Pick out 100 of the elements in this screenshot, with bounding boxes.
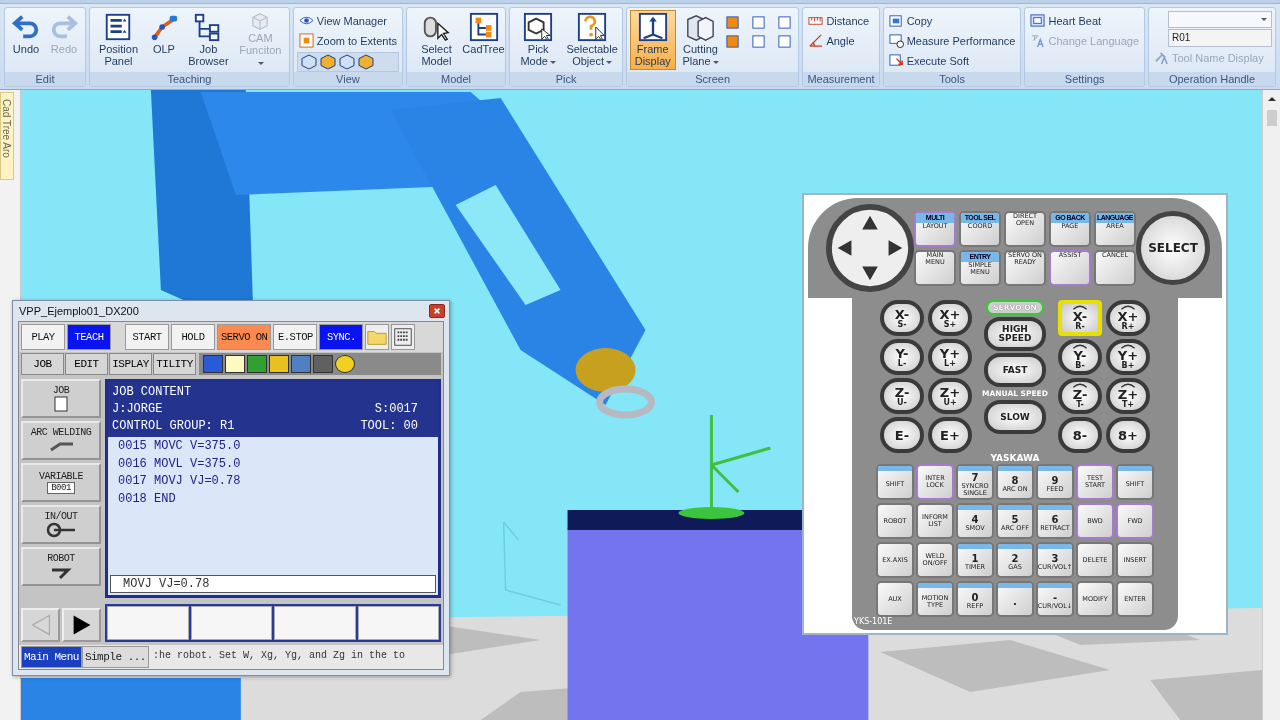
menu-tab[interactable]: ISPLAY	[109, 353, 152, 375]
ribbon-button[interactable]: View Manager	[296, 11, 399, 30]
screen-option-icon[interactable]	[751, 15, 767, 30]
cube-icon[interactable]	[338, 54, 355, 70]
message-line: :he robot. Set W, Xg, Yg, and Zg in the to	[151, 649, 406, 663]
job-line[interactable]: 0018 END	[118, 490, 428, 508]
job-line[interactable]: 0016 MOVL V=375.0	[118, 455, 428, 473]
cube-icon[interactable]	[300, 54, 317, 70]
language-icon	[1030, 33, 1046, 48]
ribbon-button[interactable]: Pick Mode	[513, 10, 564, 70]
folder-icon[interactable]	[365, 324, 390, 350]
menu-tab[interactable]: EDIT	[65, 353, 108, 375]
tool-number: TOOL: 00	[360, 418, 418, 435]
speed-key[interactable]: SLOW	[984, 400, 1046, 434]
ribbon-button[interactable]: Angle	[806, 31, 872, 50]
window-title: VPP_Ejemplo01_DX200	[19, 305, 139, 317]
speed-key[interactable]: HIGH SPEED	[984, 317, 1046, 351]
menu-button[interactable]: VARIABLE B001	[21, 463, 101, 502]
jog-key[interactable]: X- S-	[880, 300, 924, 336]
jog-key[interactable]: Z- U-	[880, 378, 924, 414]
mode-button[interactable]: SERVO ON	[217, 324, 272, 350]
jog-key[interactable]: Z- T-	[1058, 378, 1102, 414]
ribbon-button[interactable]: Frame Display	[629, 10, 676, 70]
soft-key[interactable]	[107, 606, 189, 640]
model-label: YKS-101E	[853, 617, 893, 626]
menu-tab[interactable]: Simple ...	[81, 646, 149, 668]
select-button[interactable]: SELECT	[1136, 211, 1210, 285]
cube-cursor-icon	[523, 12, 554, 42]
cube-icon[interactable]	[319, 54, 336, 70]
scroll-thumb[interactable]	[1266, 110, 1277, 126]
close-button[interactable]	[429, 304, 445, 318]
menu-tab[interactable]: TILITY	[153, 353, 196, 375]
menu-button[interactable]: ARC WELDING	[21, 421, 101, 460]
keyboard-icon[interactable]	[391, 324, 416, 350]
ribbon-button[interactable]: Measure Performance	[886, 31, 1018, 50]
ribbon-button[interactable]: Undo	[8, 10, 44, 70]
speed-key[interactable]: FAST	[984, 353, 1046, 387]
jog-key[interactable]: Z+ T+	[1106, 378, 1150, 414]
jog-key[interactable]: Y+ L+	[928, 339, 972, 375]
mode-button[interactable]: START	[125, 324, 169, 350]
stopwatch-icon	[888, 33, 904, 48]
soft-key[interactable]	[274, 606, 356, 640]
cursor-key[interactable]	[826, 204, 914, 292]
ribbon-button[interactable]: Cutting Plane	[677, 10, 724, 70]
jog-key[interactable]: 8+	[1106, 417, 1150, 453]
ribbon-button[interactable]: Position Panel	[93, 10, 144, 70]
ribbon-button[interactable]: OLP	[145, 10, 182, 70]
mode-button[interactable]: HOLD	[171, 324, 215, 350]
group-label: Edit	[5, 72, 85, 86]
up-arrow-icon[interactable]	[1266, 96, 1277, 102]
group-label: Pick	[510, 72, 622, 86]
cube-icon[interactable]	[357, 54, 374, 70]
jog-key[interactable]: Z+ U+	[928, 378, 972, 414]
plug-icon	[46, 522, 76, 538]
keypad-key[interactable]: .	[996, 581, 1034, 617]
ribbon-button[interactable]: Zoom to Extents	[296, 31, 399, 50]
screen-option-icon[interactable]	[777, 15, 793, 30]
ribbon-button[interactable]: CadTree	[464, 10, 503, 70]
jog-key[interactable]: 8-	[1058, 417, 1102, 453]
group-label: Screen	[626, 72, 799, 86]
ribbon-button[interactable]: Copy	[886, 11, 1018, 30]
menu-button[interactable]: JOB	[21, 379, 101, 418]
side-tab[interactable]: Cad Tree Aro	[0, 92, 14, 180]
screen-option-icon[interactable]	[725, 34, 741, 49]
caret-icon	[1261, 18, 1267, 21]
job-line[interactable]: 0017 MOVJ VJ=0.78	[118, 473, 428, 491]
mode-button[interactable]: SYNC.	[319, 324, 364, 350]
soft-key[interactable]	[357, 606, 439, 640]
mode-button[interactable]: PLAY	[21, 324, 65, 350]
jog-key[interactable]: X+ R+	[1106, 300, 1150, 336]
jog-key[interactable]: Y- L-	[880, 339, 924, 375]
menu-button[interactable]: IN/OUT	[21, 505, 101, 544]
job-line[interactable]: 0015 MOVC V=375.0	[118, 438, 428, 456]
jog-key[interactable]: Y- B-	[1058, 339, 1102, 375]
dropdown-field[interactable]	[1168, 11, 1272, 28]
jog-key[interactable]: E-	[880, 417, 924, 453]
menu-tab[interactable]: Main Menu	[21, 646, 82, 668]
jog-key[interactable]: E+	[928, 417, 972, 453]
screen-option-icon[interactable]	[777, 34, 793, 49]
menu-tab[interactable]: JOB	[21, 353, 64, 375]
mode-button[interactable]: E.STOP	[273, 324, 318, 350]
mode-button[interactable]: TEACH	[67, 324, 111, 350]
scrollbar[interactable]	[1262, 90, 1280, 720]
screen-option-icon[interactable]	[725, 15, 741, 30]
input-field[interactable]: R01	[1168, 29, 1272, 47]
ribbon-button[interactable]: Execute Soft	[886, 51, 1018, 70]
screen-option-icon[interactable]	[751, 34, 767, 49]
zoom-extents-icon	[298, 33, 314, 48]
ribbon-button[interactable]: Job Browser	[183, 10, 233, 70]
soft-key[interactable]	[190, 606, 272, 640]
menu-button[interactable]: ROBOT	[21, 547, 101, 586]
ribbon-button[interactable]: Distance	[806, 11, 872, 30]
jog-key[interactable]: X- R-	[1058, 300, 1102, 336]
next-button[interactable]	[62, 608, 101, 642]
ribbon-button[interactable]: Heart Beat	[1028, 11, 1141, 30]
group-label: Measurement	[803, 72, 879, 86]
ribbon-button[interactable]: Selectable Object	[565, 10, 619, 70]
ribbon-button[interactable]: Select Model	[409, 10, 463, 70]
jog-key[interactable]: Y+ B+	[1106, 339, 1150, 375]
jog-key[interactable]: X+ S+	[928, 300, 972, 336]
